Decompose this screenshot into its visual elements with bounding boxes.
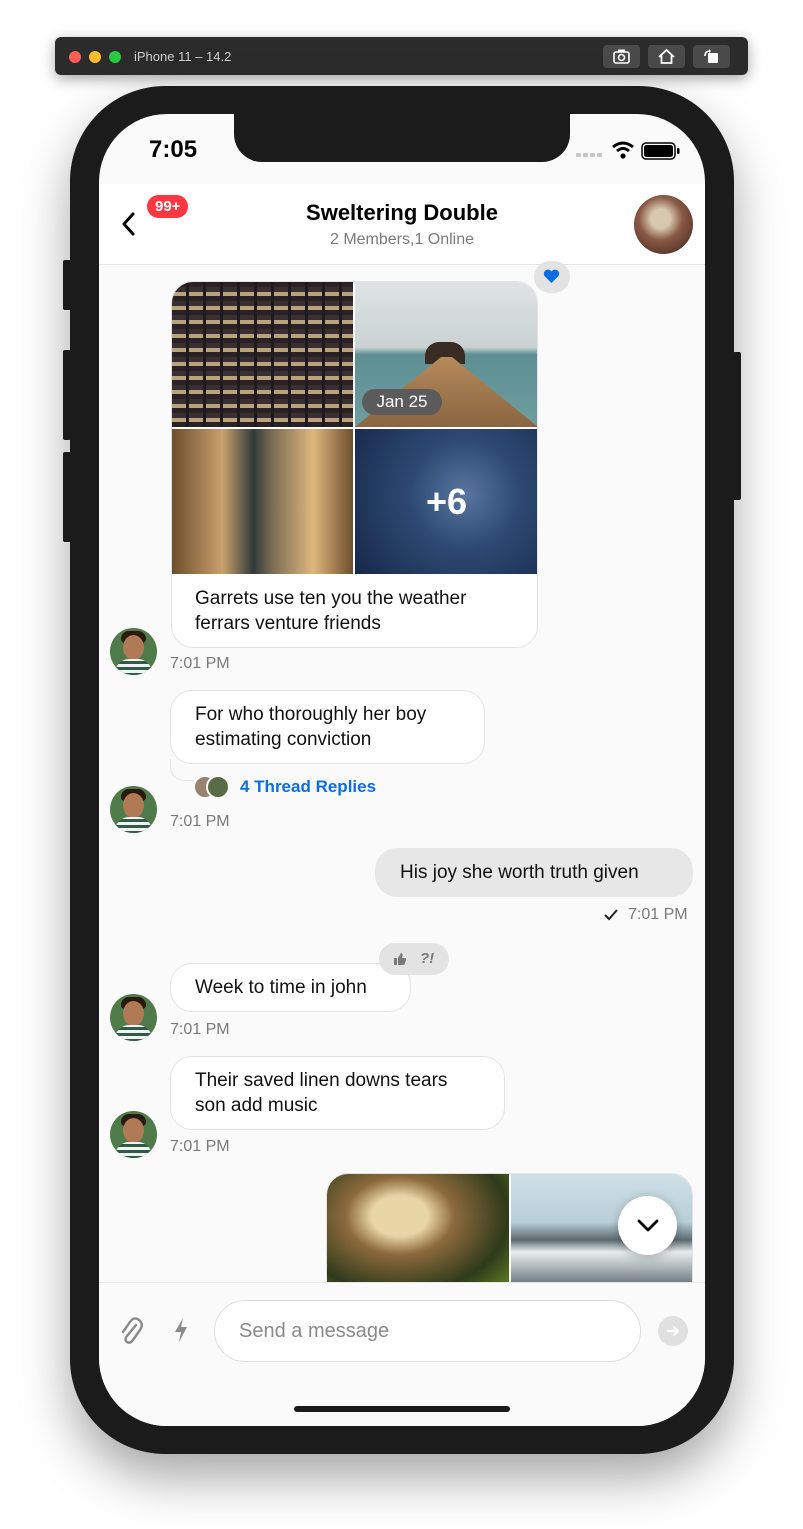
power-button <box>733 352 741 500</box>
message-bubble[interactable]: Their saved linen downs tears son add mu… <box>170 1056 505 1130</box>
thread-replies-link[interactable]: 4 Thread Replies <box>240 777 376 797</box>
gallery-image-building[interactable] <box>172 282 353 427</box>
volume-up-button <box>63 350 71 440</box>
message-composer: Send a message <box>99 1282 705 1426</box>
zoom-window-button[interactable] <box>109 51 121 63</box>
message-timestamp: 7:01 PM <box>170 655 230 672</box>
channel-avatar[interactable] <box>634 195 693 254</box>
user-avatar[interactable] <box>110 994 157 1041</box>
own-message-bubble[interactable]: His joy she worth truth given <box>375 848 693 897</box>
gallery-caption: Garrets use ten you the weather ferrars … <box>195 588 467 634</box>
close-window-button[interactable] <box>69 51 81 63</box>
message-bubble[interactable]: Week to time in john <box>170 963 411 1012</box>
channel-header: 99+ Sweltering Double 2 Members,1 Online <box>99 184 705 265</box>
gallery-message[interactable]: +6 Garrets use ten you the weather ferra… <box>171 281 538 648</box>
message-timestamp: 7:01 PM <box>170 813 230 830</box>
home-button[interactable] <box>648 45 685 68</box>
channel-title: Sweltering Double <box>306 200 498 225</box>
home-indicator <box>294 1406 510 1412</box>
rotate-button[interactable] <box>693 45 730 68</box>
send-icon <box>666 1325 680 1337</box>
user-avatar[interactable] <box>110 786 157 833</box>
gallery-image-mushroom[interactable] <box>327 1174 509 1292</box>
screenshot-icon <box>613 49 630 64</box>
status-time: 7:05 <box>149 136 198 163</box>
message-timestamp: 7:01 PM <box>170 1138 230 1155</box>
wifi-icon <box>612 141 634 159</box>
channel-subtitle: 2 Members,1 Online <box>329 231 475 248</box>
attach-icon[interactable] <box>119 1316 143 1346</box>
notch <box>234 114 570 162</box>
reaction-label: ?! <box>420 950 435 967</box>
thread-connector <box>170 759 194 781</box>
screenshot-button[interactable] <box>603 45 640 68</box>
send-button[interactable] <box>658 1316 688 1346</box>
user-avatar[interactable] <box>110 628 157 675</box>
user-avatar[interactable] <box>110 1111 157 1158</box>
gallery-image-street[interactable] <box>172 429 353 574</box>
message-timestamp: 7:01 PM <box>628 906 688 923</box>
battery-icon <box>641 142 680 160</box>
thumbs-up-icon <box>394 953 407 965</box>
signal-icon <box>576 153 602 157</box>
message-timestamp: 7:01 PM <box>170 1021 230 1038</box>
gallery-image-stars[interactable]: +6 <box>355 429 537 574</box>
date-separator: Jan 25 <box>362 389 442 415</box>
thread-participant-avatar <box>206 775 230 799</box>
commands-icon[interactable] <box>173 1317 189 1343</box>
simulator-title: iPhone 11 – 14.2 <box>134 49 232 64</box>
reaction-bubble[interactable]: ?! <box>379 943 449 975</box>
message-input[interactable]: Send a message <box>214 1300 641 1362</box>
reaction-bubble[interactable] <box>534 261 570 293</box>
home-icon <box>658 49 675 64</box>
minimize-window-button[interactable] <box>89 51 101 63</box>
more-images-count: +6 <box>425 481 468 522</box>
phone-screen: 7:05 99+ Sweltering Double 2 Members,1 O… <box>99 114 705 1426</box>
sent-check-icon <box>604 909 618 921</box>
volume-down-button <box>63 452 71 542</box>
scroll-to-bottom-button[interactable] <box>618 1196 677 1255</box>
heart-icon <box>543 269 560 283</box>
simulator-toolbar: iPhone 11 – 14.2 <box>55 37 748 75</box>
message-bubble[interactable]: For who thoroughly her boy estimating co… <box>170 690 485 764</box>
rotate-icon <box>704 49 718 63</box>
silent-switch <box>63 260 71 310</box>
chevron-down-icon <box>637 1219 659 1232</box>
